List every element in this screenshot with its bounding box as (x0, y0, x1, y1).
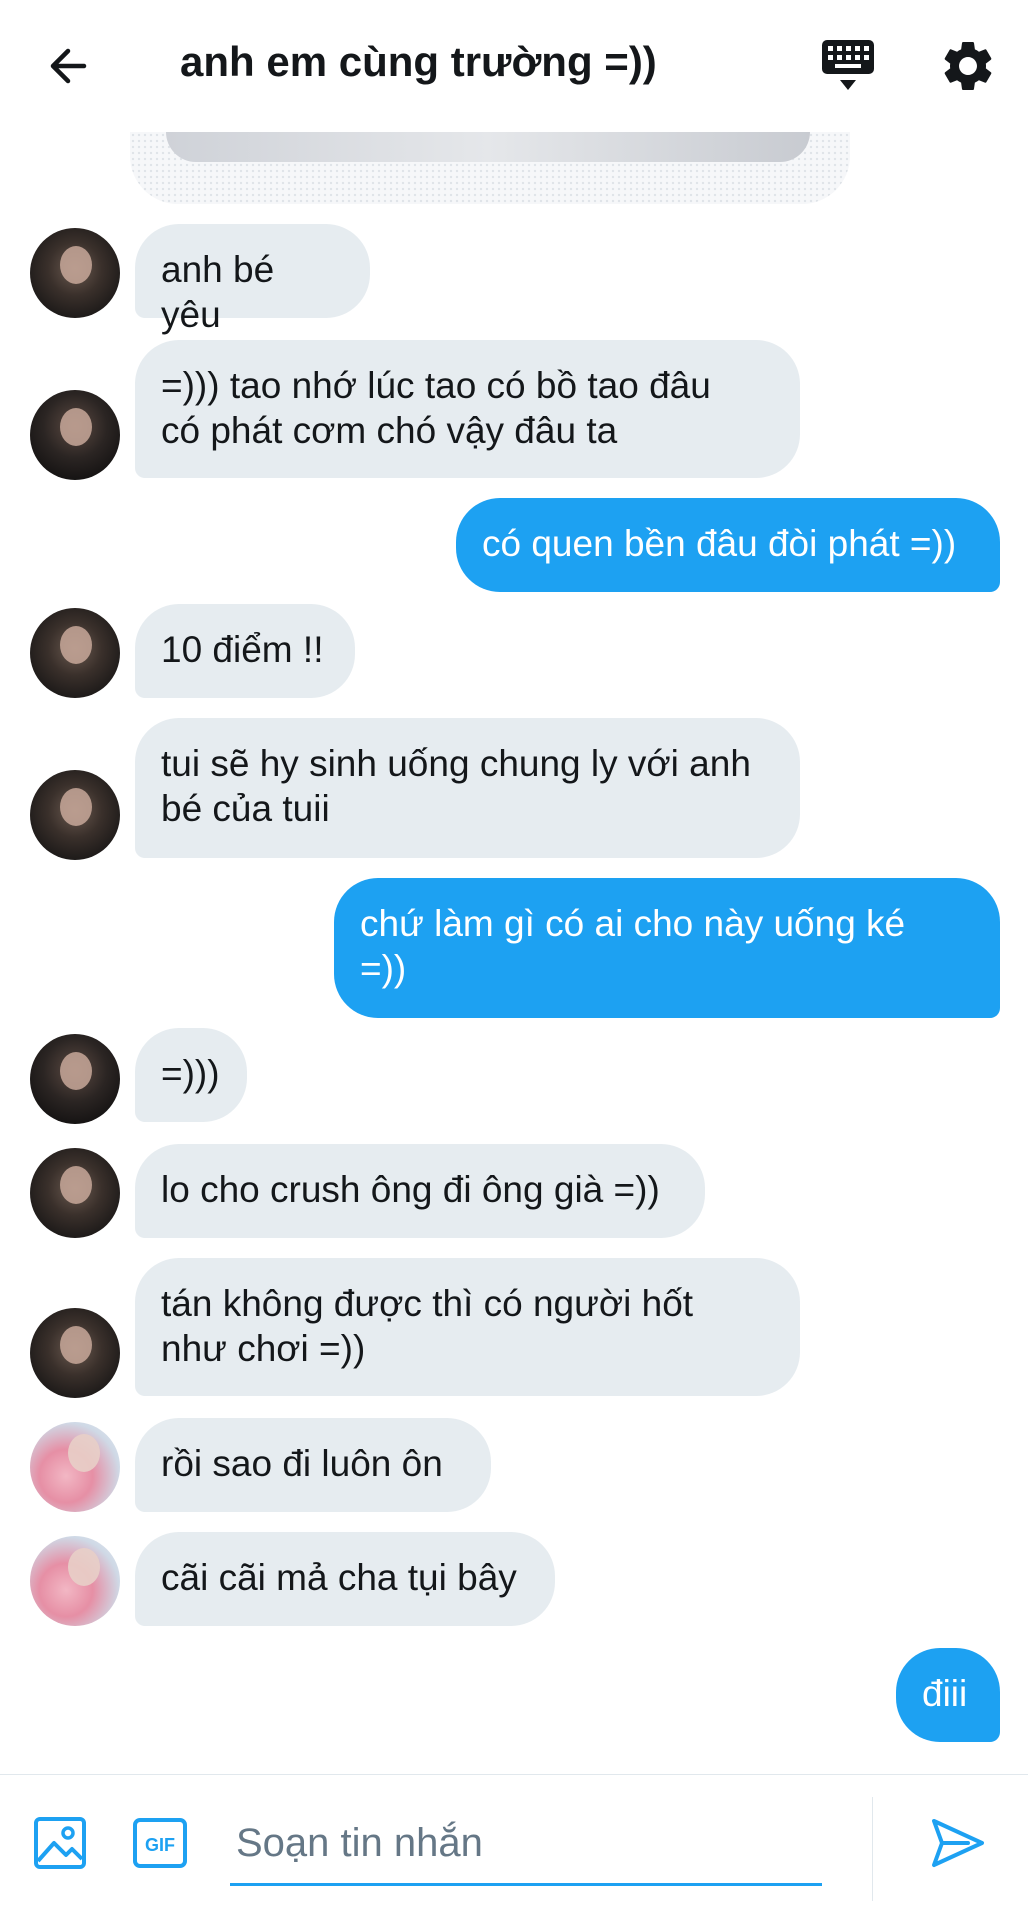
avatar[interactable] (30, 1034, 120, 1124)
chat-header: anh em cùng trường =)) (0, 0, 1028, 130)
send-icon (932, 1819, 984, 1867)
back-button[interactable] (40, 36, 100, 96)
outgoing-message-bubble: điii (896, 1648, 1000, 1742)
divider (872, 1797, 873, 1901)
arrow-left-icon (50, 48, 87, 84)
add-image-button[interactable] (32, 1815, 88, 1871)
shared-media-preview[interactable] (130, 132, 850, 204)
settings-button[interactable] (938, 36, 998, 96)
avatar[interactable] (30, 1308, 120, 1398)
incoming-message-bubble: tán không được thì có người hốt như chơi… (135, 1258, 800, 1396)
input-underline (230, 1883, 822, 1886)
outgoing-message-bubble: có quen bền đâu đòi phát =)) (456, 498, 1000, 592)
incoming-message-bubble: tui sẽ hy sinh uống chung ly với anh bé … (135, 718, 800, 858)
outgoing-message-bubble: chứ làm gì có ai cho này uống ké =)) (334, 878, 1000, 1018)
add-gif-button[interactable]: GIF (132, 1815, 188, 1871)
incoming-message-bubble: =))) (135, 1028, 247, 1122)
conversation-title[interactable]: anh em cùng trường =)) (180, 38, 657, 86)
svg-text:GIF: GIF (145, 1835, 175, 1855)
avatar[interactable] (30, 1148, 120, 1238)
incoming-message-bubble: rồi sao đi luôn ôn (135, 1418, 491, 1512)
incoming-message-bubble: cãi cãi mả cha tụi bây (135, 1532, 555, 1626)
incoming-message-bubble: 10 điểm !! (135, 604, 355, 698)
avatar[interactable] (30, 1422, 120, 1512)
avatar[interactable] (30, 608, 120, 698)
gif-icon: GIF (133, 1818, 187, 1868)
avatar[interactable] (30, 1536, 120, 1626)
avatar[interactable] (30, 770, 120, 860)
media-thumbnail (166, 132, 810, 162)
keyboard-button[interactable] (818, 36, 878, 96)
incoming-message-bubble: lo cho crush ông đi ông già =)) (135, 1144, 705, 1238)
message-input[interactable] (230, 1805, 828, 1881)
incoming-message-bubble: anh bé yêu (135, 224, 370, 335)
send-button[interactable] (928, 1813, 988, 1873)
avatar[interactable] (30, 228, 120, 318)
avatar[interactable] (30, 390, 120, 480)
image-icon (34, 1817, 86, 1869)
keyboard-icon (822, 40, 874, 90)
message-input-wrap (230, 1805, 828, 1886)
message-composer: GIF (0, 1774, 1028, 1921)
gear-icon (944, 41, 992, 90)
incoming-message-bubble: =))) tao nhớ lúc tao có bồ tao đâu có ph… (135, 340, 800, 478)
